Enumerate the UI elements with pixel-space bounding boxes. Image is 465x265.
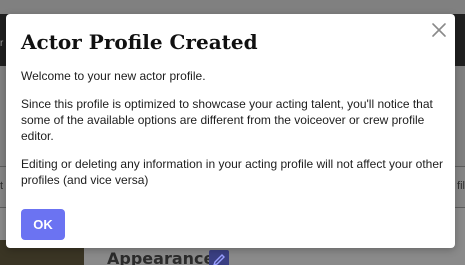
dialog-paragraph-options: Since this profile is optimized to showc… xyxy=(21,97,433,143)
close-icon xyxy=(432,23,446,37)
section-title: Appearance xyxy=(107,249,215,265)
actor-profile-created-dialog: Actor Profile Created Welcome to your ne… xyxy=(6,14,455,248)
close-button[interactable] xyxy=(428,19,450,41)
dialog-title: Actor Profile Created xyxy=(21,30,258,54)
pencil-icon xyxy=(209,250,229,265)
dialog-paragraph-editing: Editing or deleting any information in y… xyxy=(21,157,444,187)
dialog-paragraph-welcome: Welcome to your new actor profile. xyxy=(21,69,206,83)
tab-fragment-right: fil xyxy=(457,180,465,192)
ok-button[interactable]: OK xyxy=(21,209,65,240)
dialog-body: Welcome to your new actor profile. Since… xyxy=(21,68,445,200)
